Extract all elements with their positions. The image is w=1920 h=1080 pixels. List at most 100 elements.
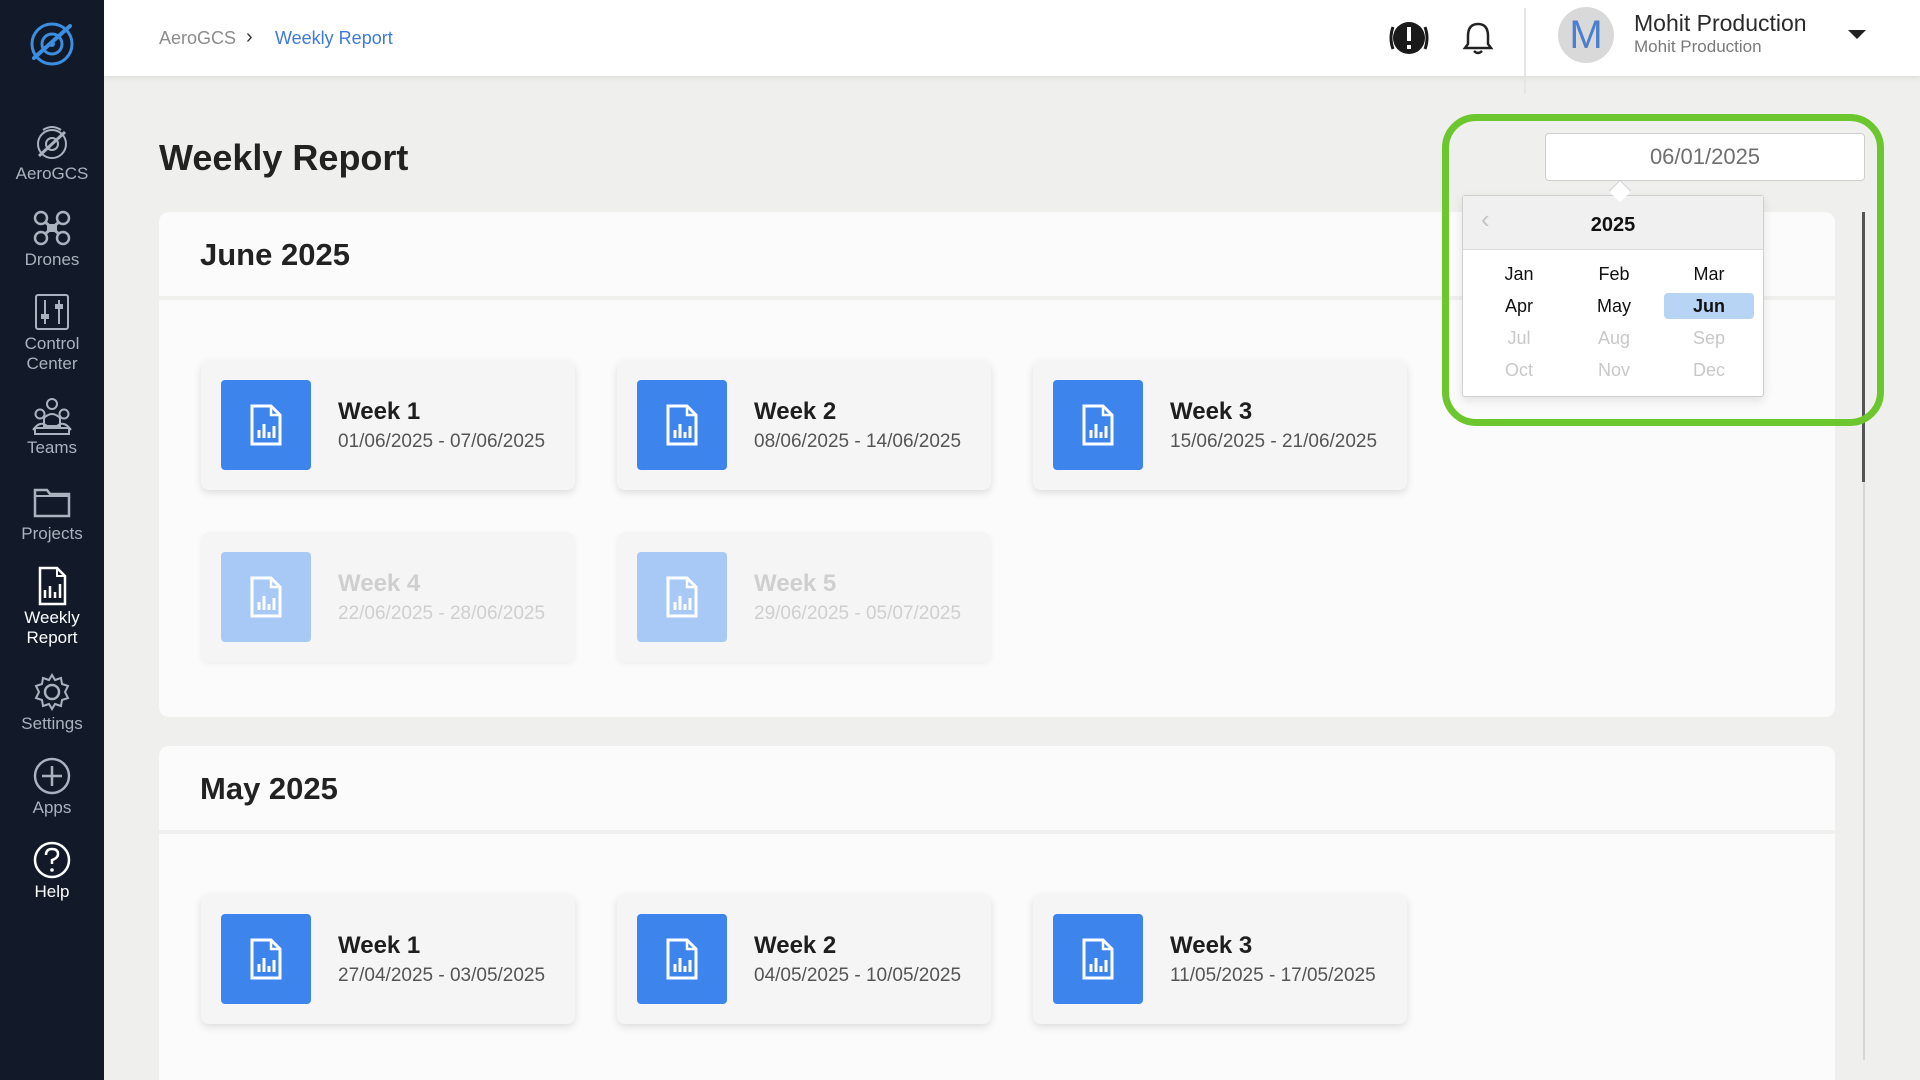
- page-title: Weekly Report: [159, 137, 409, 178]
- week-card[interactable]: Week 2 04/05/2025 - 10/05/2025: [617, 894, 991, 1024]
- sliders-icon: [35, 294, 69, 330]
- week-range: 08/06/2025 - 14/06/2025: [754, 431, 962, 452]
- sidebar-item-label: Teams: [26, 438, 78, 457]
- report-tile: [221, 914, 311, 1004]
- report-tile: [637, 914, 727, 1004]
- sidebar-item-control-center[interactable]: Control Center: [0, 292, 104, 374]
- sidebar-item-settings[interactable]: Settings: [0, 672, 104, 734]
- sidebar-item-apps[interactable]: Apps: [0, 756, 104, 818]
- week-card[interactable]: Week 1 27/04/2025 - 03/05/2025: [201, 894, 575, 1024]
- topbar-divider: [1524, 8, 1526, 94]
- month-picker-year: 2025: [1590, 214, 1636, 236]
- week-label: Week 2: [754, 398, 837, 425]
- team-icon: [32, 398, 72, 435]
- gear-icon: [34, 673, 70, 711]
- week-label: Week 3: [1170, 932, 1253, 959]
- user-organization: Mohit Production: [1634, 37, 1762, 56]
- month-option-oct: Oct: [1504, 360, 1533, 380]
- report-tile: [221, 552, 311, 642]
- sidebar-item-label: Weekly Report: [24, 608, 80, 647]
- report-tile: [637, 380, 727, 470]
- month-option-may[interactable]: May: [1569, 293, 1659, 319]
- week-label: Week 1: [338, 932, 421, 959]
- week-range: 11/05/2025 - 17/05/2025: [1170, 965, 1376, 986]
- week-range: 15/06/2025 - 21/06/2025: [1170, 431, 1378, 452]
- sidebar-item-label: Drones: [24, 250, 80, 269]
- report-file-icon: [250, 404, 282, 446]
- sidebar-item-aerogcs[interactable]: AeroGCS: [0, 122, 104, 184]
- user-name[interactable]: Mohit Production: [1634, 10, 1807, 37]
- report-tile: [1053, 914, 1143, 1004]
- breadcrumb-root[interactable]: AeroGCS: [159, 28, 236, 49]
- aerogcs-logo-icon[interactable]: [24, 14, 80, 70]
- sidebar-item-help[interactable]: Help: [0, 840, 104, 902]
- section-title: May 2025: [200, 771, 338, 806]
- week-card-disabled: Week 4 22/06/2025 - 28/06/2025: [201, 532, 575, 662]
- sidebar-item-label: Apps: [32, 798, 72, 817]
- sidebar-item-label: AeroGCS: [15, 164, 89, 183]
- week-label: Week 2: [754, 932, 837, 959]
- section-title: June 2025: [200, 237, 350, 272]
- week-range: 29/06/2025 - 05/07/2025: [754, 603, 962, 624]
- avatar[interactable]: M: [1558, 7, 1614, 63]
- sidebar-item-label: Control Center: [24, 334, 80, 373]
- month-option-mar[interactable]: Mar: [1664, 261, 1754, 287]
- month-option-jun-selected[interactable]: Jun: [1664, 293, 1754, 319]
- month-option-feb[interactable]: Feb: [1569, 261, 1659, 287]
- week-card[interactable]: Week 2 08/06/2025 - 14/06/2025: [617, 360, 991, 490]
- week-card[interactable]: Week 1 01/06/2025 - 07/06/2025: [201, 360, 575, 490]
- month-option-jul: Jul: [1507, 328, 1531, 348]
- sidebar-item-weekly-report[interactable]: Weekly Report: [0, 566, 104, 648]
- sidebar-item-label: Projects: [21, 524, 83, 543]
- week-label: Week 5: [754, 570, 837, 597]
- report-file-icon: [1082, 404, 1114, 446]
- breadcrumb-current[interactable]: Weekly Report: [275, 28, 393, 49]
- week-range: 22/06/2025 - 28/06/2025: [338, 603, 546, 624]
- sidebar-item-label: Settings: [21, 714, 83, 733]
- breadcrumb-separator: ›: [246, 26, 253, 48]
- folder-icon: [33, 488, 71, 518]
- report-file-icon: [666, 576, 698, 618]
- week-label: Week 4: [338, 570, 421, 597]
- week-card[interactable]: Week 3 15/06/2025 - 21/06/2025: [1033, 360, 1407, 490]
- week-card[interactable]: Week 3 11/05/2025 - 17/05/2025: [1033, 894, 1407, 1024]
- week-label: Week 3: [1170, 398, 1253, 425]
- question-circle-icon: [33, 841, 71, 879]
- bell-icon[interactable]: [1458, 18, 1498, 58]
- month-option-apr[interactable]: Apr: [1474, 293, 1564, 319]
- month-picker-input[interactable]: 06/01/2025: [1545, 133, 1865, 181]
- report-file-icon: [666, 404, 698, 446]
- user-menu-caret-icon[interactable]: [1848, 30, 1866, 39]
- week-card-disabled: Week 5 29/06/2025 - 05/07/2025: [617, 532, 991, 662]
- month-option-nov: Nov: [1597, 360, 1630, 380]
- report-icon: [38, 566, 67, 606]
- month-option-jan[interactable]: Jan: [1474, 261, 1564, 287]
- month-section-may: May 2025 Week 1 27/04/2025 - 03/05/2025 …: [159, 746, 1835, 1080]
- report-file-icon: [1082, 938, 1114, 980]
- week-label: Week 1: [338, 398, 421, 425]
- sidebar-item-label: Help: [34, 882, 70, 901]
- month-picker-header: ‹ 2025: [1463, 196, 1763, 250]
- week-range: 27/04/2025 - 03/05/2025: [338, 965, 546, 986]
- week-range: 04/05/2025 - 10/05/2025: [754, 965, 962, 986]
- drone-icon: [33, 210, 71, 246]
- month-picker-popup: ‹ 2025 Jan Feb Mar Apr May Jun Jul Aug S…: [1462, 195, 1764, 397]
- alert-icon[interactable]: [1388, 17, 1430, 59]
- section-header: May 2025: [159, 746, 1835, 834]
- aerogcs-drone-icon: [37, 126, 67, 159]
- sidebar-item-teams[interactable]: Teams: [0, 396, 104, 458]
- month-option-sep: Sep: [1692, 328, 1726, 348]
- top-bar: AeroGCS › Weekly Report M Mohit Producti…: [104, 0, 1920, 94]
- report-file-icon: [250, 576, 282, 618]
- month-option-aug: Aug: [1597, 328, 1631, 348]
- report-file-icon: [250, 938, 282, 980]
- report-tile: [1053, 380, 1143, 470]
- month-option-dec: Dec: [1692, 360, 1725, 380]
- report-tile: [637, 552, 727, 642]
- content-scroll-border: [1835, 240, 1865, 1060]
- report-tile: [221, 380, 311, 470]
- plus-circle-icon: [33, 757, 71, 795]
- sidebar-item-drones[interactable]: Drones: [0, 208, 104, 270]
- scrollbar-thumb[interactable]: [1862, 212, 1865, 482]
- sidebar-item-projects[interactable]: Projects: [0, 482, 104, 544]
